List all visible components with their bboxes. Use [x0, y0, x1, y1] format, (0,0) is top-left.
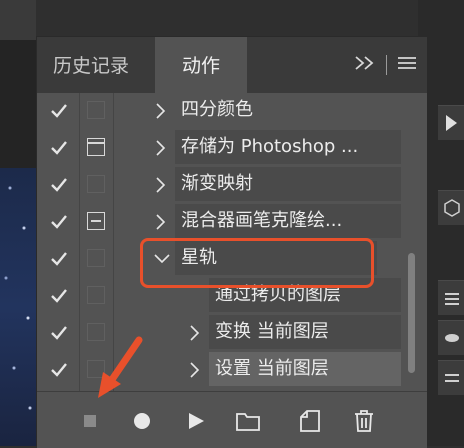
list-item[interactable]: 变换 当前图层	[37, 315, 403, 351]
dialog-toggle[interactable]	[87, 286, 105, 304]
folder-icon[interactable]	[235, 408, 261, 434]
stop-icon[interactable]	[77, 408, 103, 434]
action-step-label: 变换 当前图层	[209, 315, 401, 349]
canvas-image	[0, 168, 36, 446]
chevron-right-icon[interactable]	[153, 176, 167, 194]
chevron-right-icon[interactable]	[153, 139, 167, 157]
checkmark-icon[interactable]	[49, 175, 69, 195]
dialog-toggle[interactable]	[87, 249, 105, 267]
new-item-icon[interactable]	[297, 408, 323, 434]
checkmark-icon[interactable]	[49, 360, 69, 380]
checkmark-icon[interactable]	[49, 249, 69, 269]
list-item[interactable]: 设置 当前图层	[37, 352, 403, 388]
checkmark-icon[interactable]	[49, 286, 69, 306]
action-label: 存储为 Photoshop ...	[175, 130, 401, 164]
action-label: 四分颜色	[181, 99, 253, 120]
panel-tab-bar: 历史记录 动作	[37, 37, 427, 93]
collapse-panel-icon[interactable]	[354, 55, 376, 75]
list-item[interactable]: 四分颜色	[37, 93, 403, 129]
document-tab-area	[0, 0, 36, 40]
checkmark-icon[interactable]	[49, 101, 69, 121]
dialog-toggle[interactable]	[87, 212, 105, 230]
highlight-box	[140, 238, 374, 288]
panel-tools	[354, 52, 417, 78]
arrow-annotation	[98, 336, 143, 398]
cube-icon[interactable]	[438, 190, 464, 225]
tab-separator	[386, 55, 387, 75]
dialog-toggle[interactable]	[87, 175, 105, 193]
checkmark-icon[interactable]	[49, 138, 69, 158]
chevron-right-icon[interactable]	[153, 213, 167, 231]
trash-icon[interactable]	[351, 408, 377, 434]
action-step-label: 设置 当前图层	[209, 352, 401, 386]
chevron-right-icon[interactable]	[187, 361, 201, 379]
chevron-right-icon[interactable]	[153, 102, 167, 120]
scrollbar-thumb[interactable]	[408, 253, 415, 373]
tab-actions[interactable]: 动作	[155, 37, 247, 93]
tab-history[interactable]: 历史记录	[37, 37, 145, 93]
scrollbar[interactable]	[405, 93, 417, 391]
play-icon[interactable]	[183, 408, 209, 434]
checkmark-icon[interactable]	[49, 212, 69, 232]
panel-menu-icon[interactable]	[397, 55, 417, 75]
action-label: 渐变映射	[175, 167, 401, 201]
list-item[interactable]: 混合器画笔克隆绘...	[37, 204, 403, 240]
canvas-background	[0, 40, 36, 168]
brush-icon[interactable]	[438, 320, 464, 355]
play-icon[interactable]	[438, 105, 464, 140]
chevron-right-icon[interactable]	[187, 324, 201, 342]
action-label: 混合器画笔克隆绘...	[175, 204, 401, 238]
channels-icon[interactable]	[438, 360, 464, 395]
list-item[interactable]: 存储为 Photoshop ...	[37, 130, 403, 166]
dialog-toggle[interactable]	[87, 101, 105, 119]
checkmark-icon[interactable]	[49, 323, 69, 343]
list-item[interactable]: 渐变映射	[37, 167, 403, 203]
dialog-toggle[interactable]	[87, 138, 105, 156]
layers-icon[interactable]	[438, 280, 464, 315]
record-icon[interactable]	[129, 408, 155, 434]
